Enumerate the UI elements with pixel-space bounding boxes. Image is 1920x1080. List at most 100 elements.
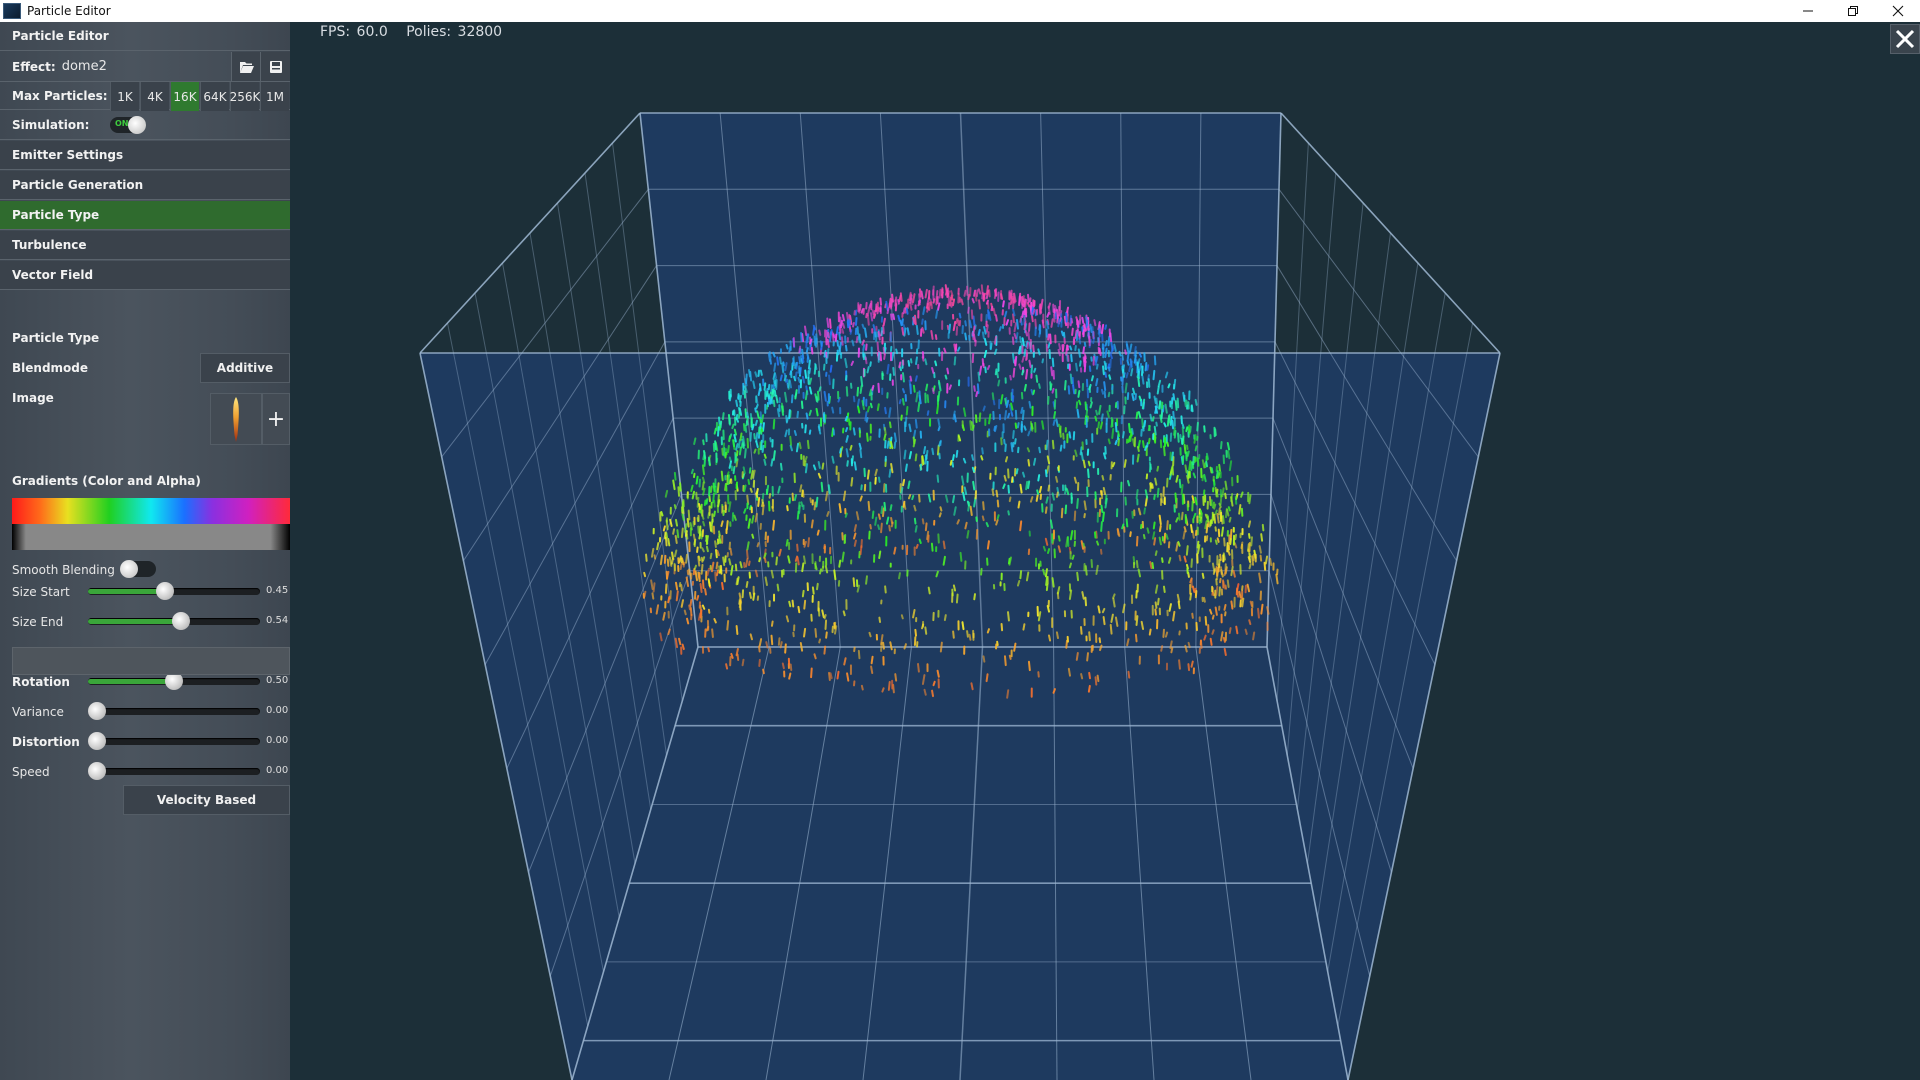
particle — [643, 571, 647, 578]
box-edge — [1280, 112, 1501, 354]
particle — [1241, 597, 1245, 608]
particle — [783, 372, 787, 383]
particle — [805, 347, 809, 353]
particle — [821, 462, 825, 470]
particle — [1051, 577, 1055, 588]
particle — [700, 503, 703, 514]
particle — [1046, 548, 1051, 555]
particle — [886, 440, 890, 449]
particle — [769, 396, 773, 405]
particle — [1021, 295, 1025, 303]
particle — [977, 371, 981, 382]
particle — [888, 524, 891, 532]
particle — [1199, 509, 1203, 515]
particle — [754, 512, 758, 523]
particle — [838, 345, 842, 356]
particle — [1176, 593, 1181, 603]
particle — [730, 652, 734, 659]
particle — [1073, 476, 1078, 484]
particle — [804, 424, 807, 434]
particle — [738, 394, 742, 403]
particle — [1130, 360, 1133, 366]
particle — [877, 513, 881, 520]
particle — [1032, 344, 1035, 353]
close-viewport-button[interactable] — [1890, 24, 1920, 54]
particle — [770, 458, 774, 467]
particle — [1229, 528, 1233, 540]
particle — [904, 463, 908, 472]
particle — [870, 665, 874, 675]
particle — [943, 347, 947, 354]
particle — [1169, 432, 1173, 442]
particle — [1044, 568, 1048, 578]
particle — [1000, 437, 1003, 446]
particle — [871, 309, 875, 316]
particle — [673, 504, 677, 510]
particle — [1223, 568, 1227, 577]
particle — [704, 588, 707, 596]
particle — [1227, 506, 1231, 512]
particle — [878, 616, 882, 624]
particle — [931, 366, 935, 374]
particle — [975, 391, 979, 398]
particle — [1162, 445, 1166, 457]
particle — [1178, 659, 1181, 670]
particle — [771, 506, 775, 512]
particle — [1209, 608, 1213, 615]
particle — [1027, 660, 1031, 672]
particle — [1021, 409, 1025, 421]
particle — [1175, 474, 1179, 483]
particle — [815, 496, 819, 508]
particle — [1205, 460, 1209, 468]
particle — [949, 296, 953, 307]
particle — [1078, 399, 1082, 406]
particle — [1041, 420, 1045, 430]
particle — [889, 641, 893, 651]
particle — [956, 346, 961, 352]
particle — [1131, 393, 1135, 402]
particle — [716, 549, 720, 557]
particle — [1093, 319, 1097, 327]
particle — [946, 287, 950, 298]
particle — [835, 326, 839, 336]
particle — [1141, 418, 1144, 429]
particle — [1154, 550, 1158, 556]
particle — [844, 512, 848, 518]
particle — [1173, 429, 1177, 439]
particle — [1100, 521, 1103, 532]
particle — [713, 510, 716, 517]
particle — [702, 439, 705, 446]
particle — [803, 627, 807, 638]
particle — [718, 530, 721, 537]
particle — [1121, 354, 1125, 361]
particle — [1052, 419, 1056, 426]
particle — [892, 366, 896, 376]
particle — [816, 582, 819, 591]
particle — [1228, 516, 1232, 523]
particle — [789, 435, 793, 446]
particle — [1259, 554, 1263, 562]
particle — [884, 585, 887, 594]
particle — [1100, 323, 1105, 335]
particle — [1046, 465, 1050, 474]
particle — [818, 386, 822, 392]
particle — [912, 316, 916, 325]
particle — [1002, 300, 1005, 308]
particle — [983, 337, 988, 346]
particle — [914, 418, 918, 429]
particle — [772, 384, 775, 390]
particle — [1072, 384, 1076, 395]
particle — [838, 324, 842, 334]
particle — [1044, 506, 1048, 514]
particle — [1027, 430, 1031, 437]
particle — [1137, 507, 1142, 516]
particle — [695, 475, 699, 485]
particle — [1045, 496, 1049, 504]
particle — [744, 408, 748, 419]
particle — [866, 366, 870, 374]
particle — [1074, 449, 1078, 457]
particle-scene[interactable] — [0, 0, 1920, 1080]
particle — [767, 383, 771, 391]
particle — [826, 511, 830, 517]
particle — [734, 451, 737, 462]
